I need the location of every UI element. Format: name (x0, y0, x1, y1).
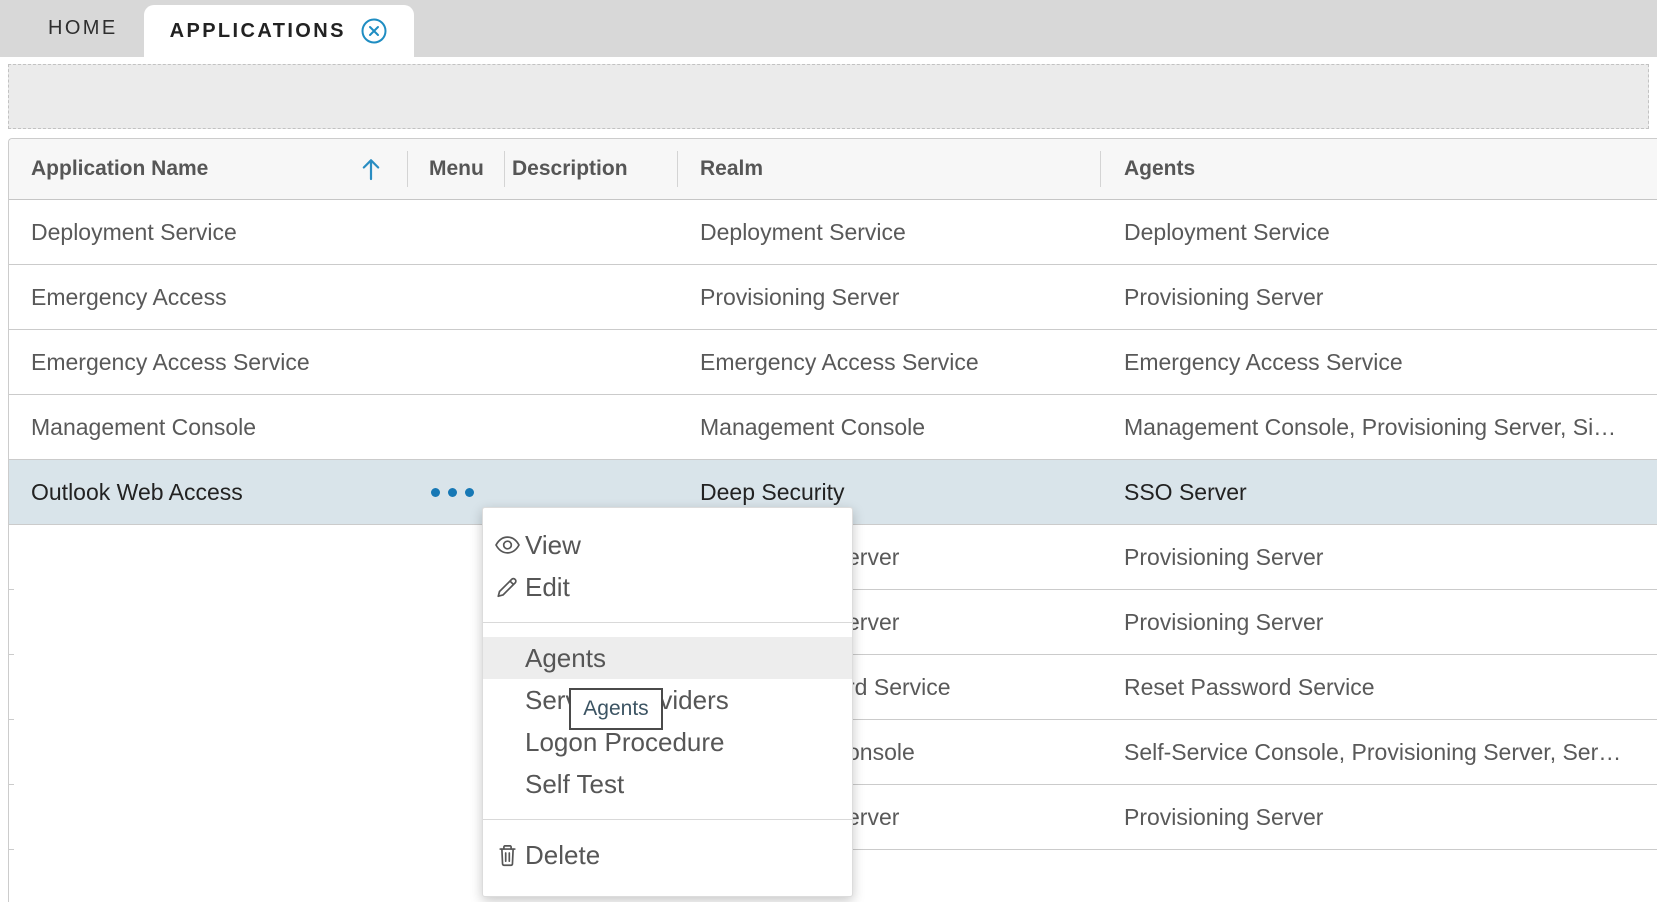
pencil-icon (494, 574, 521, 601)
menu-item-edit[interactable]: Edit (483, 566, 852, 608)
column-header-menu[interactable]: Menu (407, 139, 504, 199)
tab-bar: HOME APPLICATIONS (0, 0, 1657, 57)
menu-divider (483, 819, 852, 820)
trash-icon (494, 842, 521, 869)
menu-item-logon-procedure[interactable]: Logon Procedure (483, 721, 852, 763)
column-header-agents[interactable]: Agents (1100, 139, 1657, 199)
menu-item-label: View (525, 530, 581, 561)
table-header: Application Name Menu Description Realm … (9, 139, 1657, 200)
menu-item-self-test[interactable]: Self Test (483, 763, 852, 805)
cell-realm: Provisioning Server (677, 265, 1100, 329)
cell-name: Management Console (9, 395, 407, 459)
cell-name (9, 590, 407, 655)
column-header-application-name[interactable]: Application Name (9, 139, 407, 199)
menu-item-view[interactable]: View (483, 524, 852, 566)
cell-desc (504, 265, 677, 329)
table-row[interactable]: Emergency Access Provisioning ServerProvi… (9, 265, 1657, 330)
toolbar-panel (8, 64, 1649, 129)
cell-agents: Provisioning Server (1100, 265, 1657, 329)
cell-agents: Deployment Service (1100, 200, 1657, 264)
menu-item-label: Edit (525, 572, 570, 603)
tab-applications-label: APPLICATIONS (170, 20, 346, 43)
column-header-realm[interactable]: Realm (677, 139, 1100, 199)
cell-menu (407, 265, 504, 329)
cell-name: Emergency Access (9, 265, 407, 329)
menu-divider (483, 622, 852, 623)
cell-name: Outlook Web Access (9, 460, 407, 524)
tab-home[interactable]: HOME (22, 0, 144, 57)
menu-item-label: Delete (525, 840, 600, 871)
cell-realm: Emergency Access Service (677, 330, 1100, 394)
cell-agents: Emergency Access Service (1100, 330, 1657, 394)
cell-agents: Management Console, Provisioning Server,… (1100, 395, 1657, 459)
table-row[interactable]: Deployment ServiceDeployment ServiceDepl… (9, 200, 1657, 265)
ellipsis-icon (465, 488, 474, 497)
menu-item-service-providers[interactable]: Service Providers (483, 679, 852, 721)
cell-agents: Provisioning Server (1100, 525, 1657, 590)
eye-icon (494, 532, 521, 559)
cell-agents: Provisioning Server (1100, 590, 1657, 655)
cell-menu (407, 330, 504, 394)
cell-name: Emergency Access Service (9, 330, 407, 394)
table-row[interactable]: Management ConsoleManagement ConsoleMana… (9, 395, 1657, 460)
arrow-up-icon (359, 156, 383, 182)
cell-desc (504, 200, 677, 264)
cell-menu (407, 395, 504, 459)
cell-name (9, 655, 407, 720)
menu-item-delete[interactable]: Delete (483, 834, 852, 876)
cell-realm: Management Console (677, 395, 1100, 459)
cell-name (9, 720, 407, 785)
row-context-menu: ViewEditAgentsService ProvidersLogon Pro… (482, 507, 853, 897)
tooltip-text: Agents (583, 697, 648, 721)
ellipsis-icon (448, 488, 457, 497)
cell-agents: Self-Service Console, Provisioning Serve… (1100, 720, 1657, 785)
cell-agents: Reset Password Service (1100, 655, 1657, 720)
column-header-description[interactable]: Description (504, 139, 677, 199)
table-row[interactable]: Emergency Access ServiceEmergency Access… (9, 330, 1657, 395)
circle-x-icon[interactable] (360, 17, 388, 45)
cell-name (9, 525, 407, 590)
cell-name (9, 785, 407, 850)
cell-agents: SSO Server (1100, 460, 1657, 524)
menu-item-label: Agents (525, 643, 606, 674)
ellipsis-icon (431, 488, 440, 497)
tab-applications[interactable]: APPLICATIONS (144, 5, 414, 57)
menu-item-label: Logon Procedure (525, 727, 724, 758)
tooltip: Agents (569, 688, 663, 730)
cell-menu (407, 200, 504, 264)
tab-home-label: HOME (48, 17, 118, 40)
cell-desc (504, 395, 677, 459)
cell-realm: Deployment Service (677, 200, 1100, 264)
cell-name: Deployment Service (9, 200, 407, 264)
menu-item-label: Self Test (525, 769, 624, 800)
menu-item-agents[interactable]: Agents (483, 637, 852, 679)
cell-desc (504, 330, 677, 394)
cell-agents: Provisioning Server (1100, 785, 1657, 850)
